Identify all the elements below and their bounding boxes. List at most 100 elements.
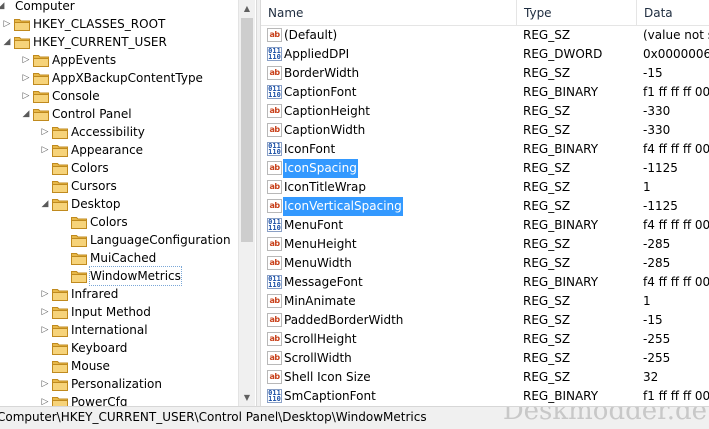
value-row[interactable]: ab IconSpacing REG_SZ -1125 [261,159,709,178]
value-name: CaptionHeight [284,104,371,118]
tree-node[interactable]: Mouse [0,357,238,375]
folder-icon [33,53,49,67]
ab-string-icon: ab [267,332,282,346]
folder-icon [52,323,68,337]
folder-icon [52,197,68,211]
value-row[interactable]: 011 110 SmCaptionFont REG_BINARY f1 ff ff ff… [261,387,709,406]
tree-list: ◢ Computer ▷ HKEY_CLASSES_ROOT ◢ HKEY_CURRENT… [0,0,238,406]
value-row[interactable]: ab CaptionHeight REG_SZ -330 [261,102,709,121]
tree-node[interactable]: ▷ Console [0,87,238,105]
tree-node[interactable]: ▷ International [0,321,238,339]
tree-node-label: WindowMetrics [89,266,182,286]
value-row[interactable]: ab IconVerticalSpacing REG_SZ -1125 [261,197,709,216]
ab-string-icon: ab [267,237,282,251]
value-type: REG_BINARY [523,389,599,403]
value-name: CaptionFont [284,85,357,99]
value-data: -1125 [643,161,678,175]
value-row[interactable]: ab MenuWidth REG_SZ -285 [261,254,709,273]
value-row[interactable]: ab CaptionWidth REG_SZ -330 [261,121,709,140]
value-data: -15 [643,313,663,327]
expand-arrow-icon[interactable]: ▷ [21,87,31,105]
value-row[interactable]: ab Shell Icon Size REG_SZ 32 [261,368,709,387]
binary-value-icon: 011 110 [267,142,282,156]
expand-arrow-icon[interactable]: ▷ [40,285,50,303]
tree-node-label: Personalization [71,377,162,391]
collapse-arrow-icon[interactable]: ◢ [21,105,31,123]
tree-node[interactable]: LanguageConfiguration [0,231,238,249]
binary-value-icon: 011 110 [267,218,282,232]
binary-value-icon: 011 110 [267,275,282,289]
tree-node[interactable]: ▷ AppXBackupContentType [0,69,238,87]
expand-arrow-icon[interactable]: ▷ [40,375,50,393]
collapse-arrow-icon[interactable]: ◢ [2,33,12,51]
ab-string-icon: ab [267,351,282,365]
column-header-type[interactable]: Type [517,0,637,25]
value-data: -15 [643,66,663,80]
tree-node[interactable]: WindowMetrics [0,266,238,286]
tree-node[interactable]: ▷ Personalization [0,375,238,393]
value-row[interactable]: ab MinAnimate REG_SZ 1 [261,292,709,311]
value-type: REG_SZ [523,294,571,308]
tree-node[interactable]: Keyboard [0,339,238,357]
value-type: REG_SZ [523,66,571,80]
tree-node[interactable]: ◢ Control Panel [0,105,238,123]
folder-icon [52,359,68,373]
value-name: ScrollWidth [284,351,352,365]
tree-node[interactable]: Colors [0,213,238,231]
expand-arrow-icon[interactable]: ▷ [21,69,31,87]
value-row[interactable]: ab BorderWidth REG_SZ -15 [261,64,709,83]
scroll-down-arrow-icon[interactable]: ▼ [239,389,255,406]
value-data: (value not set) [643,28,709,42]
expand-arrow-icon[interactable]: ▷ [40,303,50,321]
tree-node[interactable]: MuiCached [0,249,238,267]
tree-scroll-thumb[interactable] [241,18,253,242]
expand-arrow-icon[interactable]: ▷ [21,51,31,69]
value-row[interactable]: 011110AppliedDPI REG_DWORD 0x00000060 (96) [261,45,709,64]
tree-node[interactable]: ▷ HKEY_CLASSES_ROOT [0,15,238,33]
value-row[interactable]: 011110MenuFont REG_BINARY f4 ff ff ff 00 0… [261,216,709,235]
collapse-arrow-icon[interactable]: ◢ [40,195,50,213]
value-row[interactable]: ab MenuHeight REG_SZ -285 [261,235,709,254]
value-row[interactable]: ab ScrollWidth REG_SZ -255 [261,349,709,368]
tree-node[interactable]: ▷ PowerCfg [0,393,238,406]
value-row[interactable]: ab ScrollHeight REG_SZ -255 [261,330,709,349]
values-list[interactable]: Name Type Data ab (Default) REG_SZ (value n… [261,0,709,406]
expand-arrow-icon[interactable]: ▷ [40,141,50,159]
collapse-arrow-icon[interactable]: ◢ [0,0,6,15]
tree-node[interactable]: ▷ Input Method [0,303,238,321]
tree-node-label: Cursors [71,179,117,193]
tree-node[interactable]: ▷ Appearance [0,141,238,159]
expand-arrow-icon[interactable]: ▷ [40,321,50,339]
value-data: -285 [643,256,671,270]
expand-arrow-icon[interactable]: ▷ [40,393,50,406]
value-data: -330 [643,123,671,137]
tree-node-label: Colors [90,215,128,229]
value-row[interactable]: 011 110 MessageFont REG_BINARY f4 ff ff ff 0… [261,273,709,292]
expand-arrow-icon[interactable]: ▷ [2,15,12,33]
value-row[interactable]: 011110IconFont REG_BINARY f4 ff ff ff 00 0… [261,140,709,159]
tree-node[interactable]: Colors [0,159,238,177]
expand-arrow-icon[interactable]: ▷ [40,123,50,141]
tree-node[interactable]: ◢ Desktop [0,195,238,213]
registry-key-tree[interactable]: ◢ Computer ▷ HKEY_CLASSES_ROOT ◢ HKEY_CURRENT… [0,0,256,406]
column-header-data[interactable]: Data [637,0,709,25]
value-name: IconSpacing [283,159,358,178]
value-row[interactable]: ab PaddedBorderWidth REG_SZ -15 [261,311,709,330]
tree-node[interactable]: ▷ Infrared [0,285,238,303]
tree-node[interactable]: Cursors [0,177,238,195]
value-row[interactable]: ab(Default) REG_SZ (value not set) [261,26,709,45]
value-name: MenuWidth [284,256,352,270]
column-header-name[interactable]: Name [261,0,517,25]
value-row[interactable]: 011 110 CaptionFont REG_BINARY f1 ff ff ff 0… [261,83,709,102]
tree-node[interactable]: ▷ Accessibility [0,123,238,141]
tree-node[interactable]: ▷ AppEvents [0,51,238,69]
tree-node[interactable]: ◢ HKEY_CURRENT_USER [0,33,238,51]
value-name: PaddedBorderWidth [284,313,404,327]
registry-editor-window: ◢ Computer ▷ HKEY_CLASSES_ROOT ◢ HKEY_CURRENT… [0,0,709,429]
tree-node[interactable]: ◢ Computer [0,0,238,15]
watermark-logo: Deskmodder.de [502,406,707,426]
tree-vertical-scrollbar[interactable]: ▲ ▼ [238,0,255,406]
value-row[interactable]: ab IconTitleWrap REG_SZ 1 [261,178,709,197]
scroll-up-arrow-icon[interactable]: ▲ [239,0,255,17]
ab-string-icon: ab [267,256,282,270]
